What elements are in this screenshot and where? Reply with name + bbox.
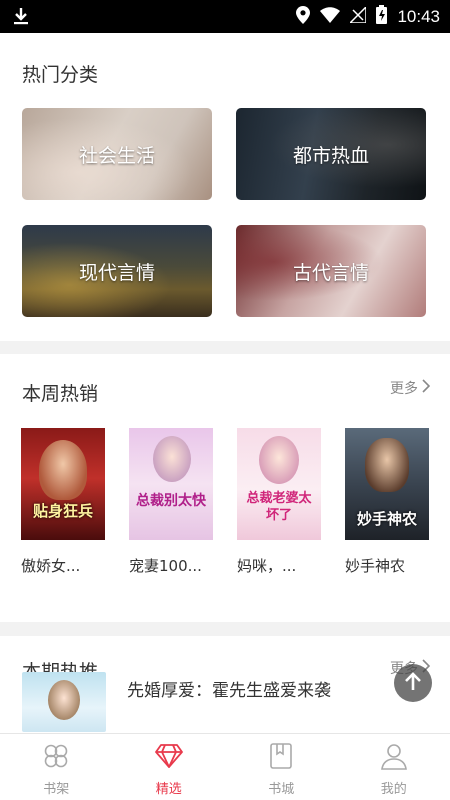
category-label: 现代言情 (78, 261, 155, 284)
recommend-section: 本期热推 更多 先婚厚爱：霍先生盛爱来袭 (0, 636, 450, 733)
book-item[interactable]: 总裁别太快 宠妻100... (129, 428, 215, 576)
chevron-right-icon (422, 379, 431, 397)
section-title-categories: 热门分类 (22, 64, 99, 86)
cover-text: 妙手神农 (356, 510, 417, 528)
arrow-up-icon (404, 671, 422, 695)
book-item[interactable]: 妙手神农 妙手神农 (345, 428, 431, 576)
bookshelf-icon (42, 742, 70, 774)
tab-featured[interactable]: 精选 (113, 734, 226, 800)
tab-label: 书架 (43, 782, 70, 797)
signal-icon (348, 4, 368, 27)
scroll-top-button[interactable] (394, 664, 432, 702)
tab-label: 书城 (268, 782, 295, 797)
tab-label: 我的 (380, 782, 407, 797)
recommend-book-title[interactable]: 先婚厚爱：霍先生盛爱来袭 (127, 676, 331, 701)
category-tile-social-life[interactable]: 社会生活 (22, 108, 212, 200)
book-item[interactable]: 贴身狂兵 傲娇女... (21, 428, 107, 576)
category-label: 都市热血 (292, 144, 369, 167)
book-title: 妈咪，... (237, 557, 297, 575)
bookstore-icon (268, 742, 294, 774)
category-tile-ancient-romance[interactable]: 古代言情 (236, 225, 426, 317)
more-link-weekly[interactable]: 更多 (390, 378, 431, 398)
book-cover: 总裁别太快 (129, 428, 213, 540)
download-icon (12, 7, 30, 29)
bottom-tab-bar: 书架 精选 书城 我的 (0, 733, 450, 800)
main-content[interactable]: 热门分类 社会生活 都市热血 现代言情 古代言情 本周热销 更多 贴身狂兵 傲娇… (0, 33, 450, 733)
cover-text: 贴身狂兵 (32, 502, 93, 520)
hot-categories-section: 热门分类 社会生活 都市热血 现代言情 古代言情 (0, 33, 450, 341)
recommend-book-cover[interactable] (22, 672, 106, 732)
wifi-icon (320, 6, 341, 27)
tab-bookstore[interactable]: 书城 (225, 734, 338, 800)
location-icon (296, 5, 311, 28)
book-cover: 贴身狂兵 (21, 428, 105, 540)
tab-label: 精选 (155, 782, 182, 797)
tab-profile[interactable]: 我的 (338, 734, 450, 800)
status-time: 10:43 (397, 6, 440, 26)
category-tile-urban[interactable]: 都市热血 (236, 108, 426, 200)
cover-text: 总裁老婆太坏了 (246, 491, 312, 523)
more-label: 更多 (390, 381, 418, 397)
category-label: 社会生活 (78, 144, 155, 167)
battery-icon (376, 5, 388, 28)
profile-icon (380, 742, 408, 774)
book-item[interactable]: 总裁老婆太坏了 妈咪，... (237, 428, 323, 576)
book-cover: 总裁老婆太坏了 (237, 428, 321, 540)
section-title-weekly: 本周热销 (22, 383, 99, 405)
diamond-icon (154, 742, 184, 774)
tab-bookshelf[interactable]: 书架 (0, 734, 113, 800)
book-title: 宠妻100... (129, 557, 202, 575)
book-cover: 妙手神农 (345, 428, 429, 540)
category-tile-modern-romance[interactable]: 现代言情 (22, 225, 212, 317)
weekly-bestsellers-section: 本周热销 更多 贴身狂兵 傲娇女... 总裁别太快 宠妻100... 总裁老婆太… (0, 354, 450, 622)
book-title: 妙手神农 (345, 557, 406, 575)
cover-text: 总裁别太快 (136, 493, 206, 509)
category-label: 古代言情 (292, 261, 369, 284)
status-bar: 10:43 (0, 0, 450, 33)
book-title: 傲娇女... (21, 557, 81, 575)
